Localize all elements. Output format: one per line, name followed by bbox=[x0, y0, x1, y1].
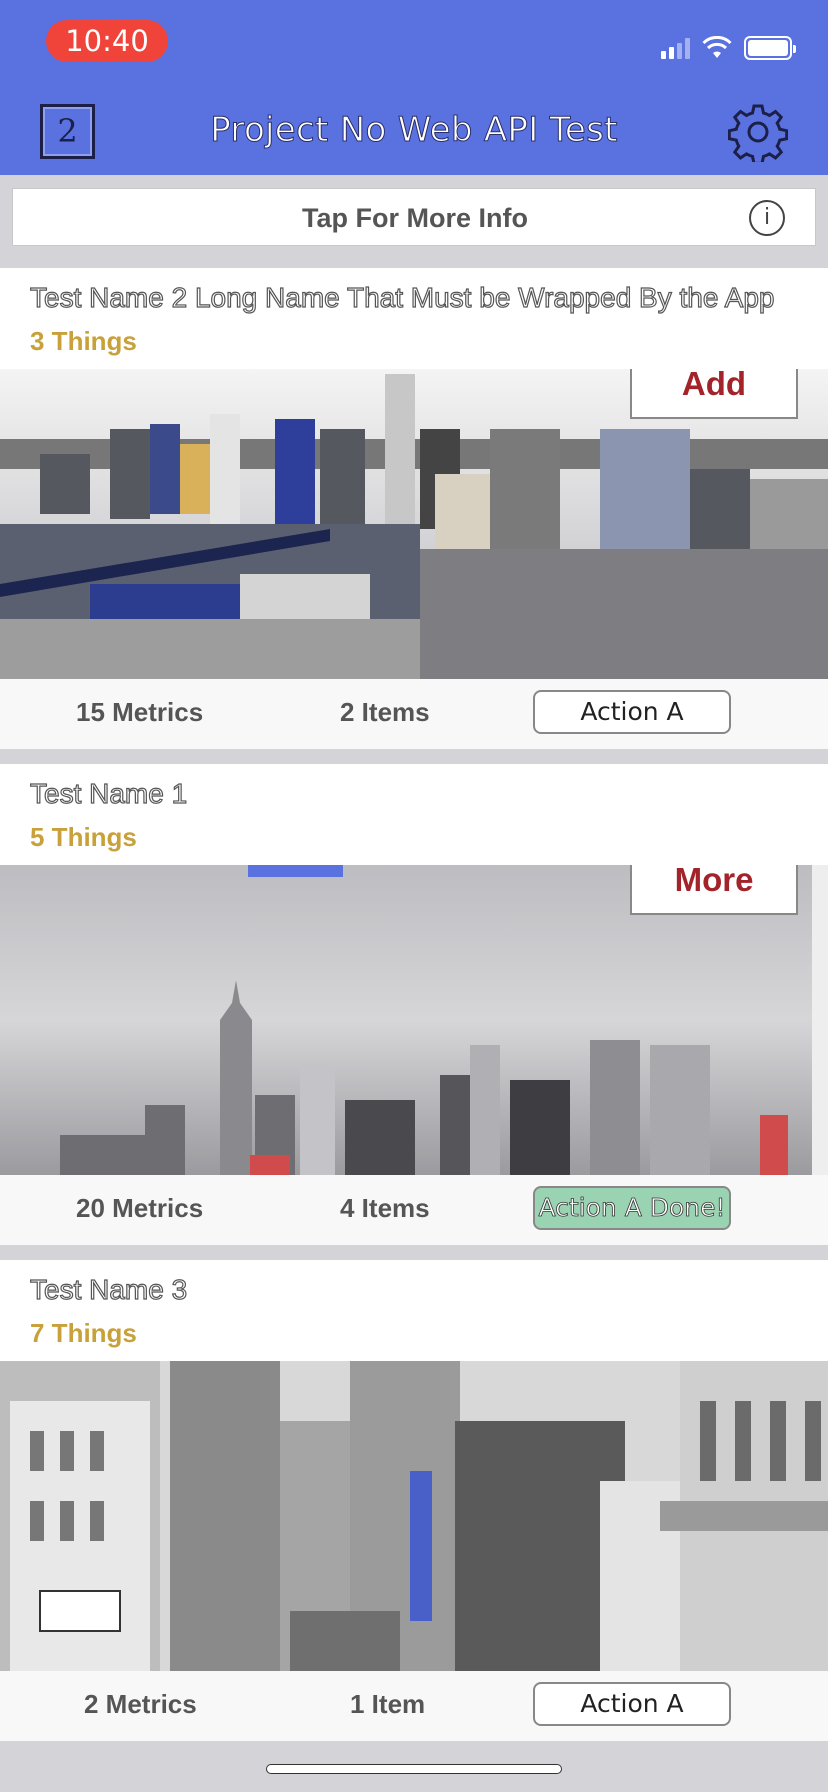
metrics-count: 20 Metrics bbox=[76, 1193, 204, 1223]
more-info-bar[interactable]: Tap For More Info i bbox=[12, 188, 816, 246]
info-icon[interactable]: i bbox=[749, 200, 785, 236]
card-photo-city-river: Add bbox=[0, 369, 828, 679]
action-a-button[interactable]: Action A bbox=[533, 690, 731, 734]
home-indicator[interactable] bbox=[266, 1764, 562, 1774]
page-title: Project No Web API Test bbox=[210, 110, 618, 151]
metrics-count: 2 Metrics bbox=[84, 1689, 197, 1719]
battery-icon bbox=[744, 36, 796, 60]
settings-gear-icon[interactable] bbox=[728, 102, 788, 162]
card-things-count: 5 Things bbox=[30, 822, 137, 852]
wifi-icon bbox=[702, 36, 732, 58]
more-button[interactable]: More bbox=[630, 865, 798, 915]
more-info-label: Tap For More Info bbox=[302, 203, 528, 233]
card-things-count: 7 Things bbox=[30, 1318, 137, 1348]
project-card[interactable]: Test Name 1 5 Things More 20 Metrics 4 I… bbox=[0, 764, 828, 1245]
add-button[interactable]: Add bbox=[630, 369, 798, 419]
card-name: Test Name 2 Long Name That Must be Wrapp… bbox=[30, 282, 775, 314]
card-photo-street bbox=[0, 1361, 828, 1671]
project-card[interactable]: Test Name 2 Long Name That Must be Wrapp… bbox=[0, 268, 828, 749]
action-a-button[interactable]: Action A bbox=[533, 1682, 731, 1726]
card-photo-city-skyline: More bbox=[0, 865, 828, 1175]
cellular-signal-icon bbox=[661, 37, 690, 59]
card-things-count: 3 Things bbox=[30, 326, 137, 356]
action-a-done-button[interactable]: Action A Done! bbox=[533, 1186, 731, 1230]
items-count: 1 Item bbox=[350, 1689, 426, 1719]
items-count: 2 Items bbox=[340, 697, 430, 727]
card-name: Test Name 1 bbox=[30, 778, 188, 810]
navigation-bar: 10:40 2 Project No Web API Test bbox=[0, 0, 828, 175]
card-name: Test Name 3 bbox=[30, 1274, 188, 1306]
status-time: 10:40 bbox=[46, 20, 168, 62]
items-count: 4 Items bbox=[340, 1193, 430, 1223]
project-card[interactable]: Test Name 3 7 Things 2 Metrics 1 Item Ac… bbox=[0, 1260, 828, 1741]
metrics-count: 15 Metrics bbox=[76, 697, 204, 727]
status-icons bbox=[661, 34, 796, 62]
